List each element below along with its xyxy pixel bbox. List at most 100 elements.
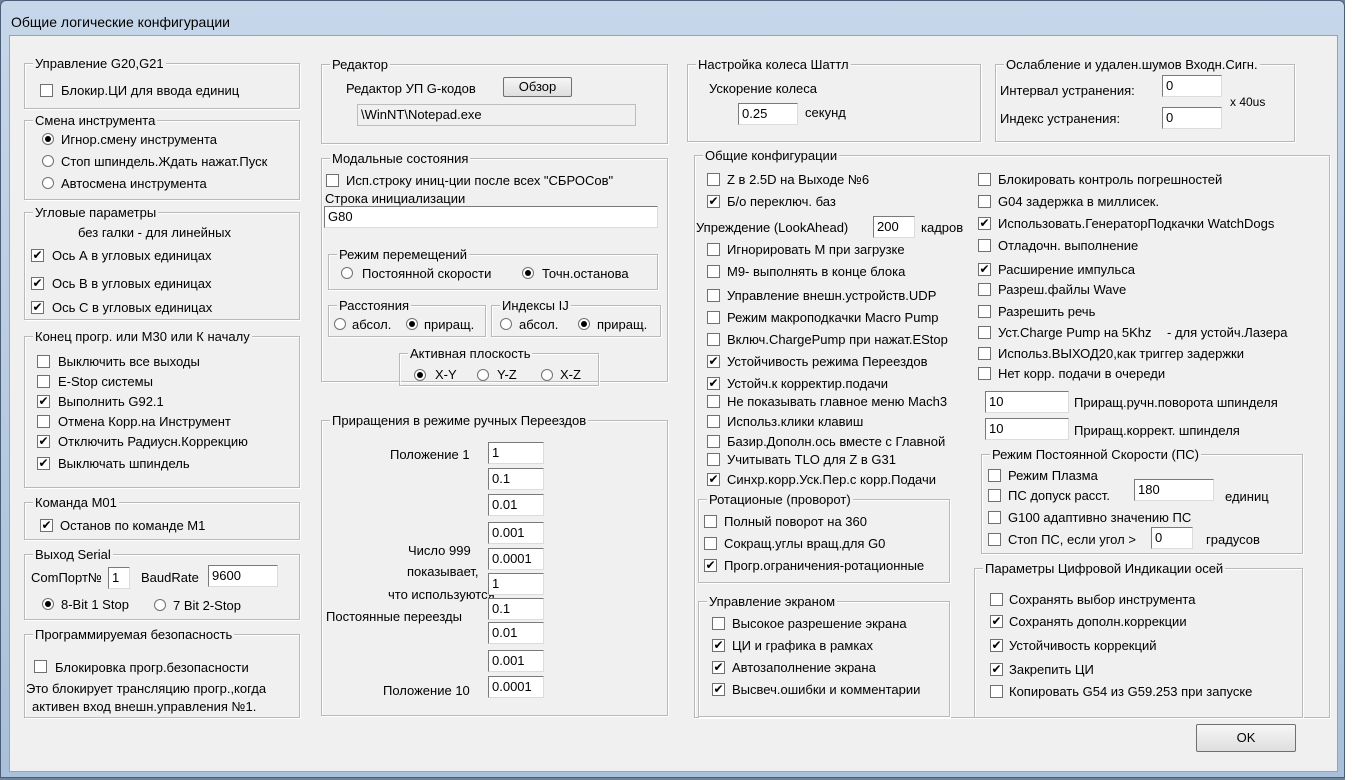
css-tolerance-checkbox[interactable] [988,489,1001,502]
jog-increment-4-input[interactable]: 0.001 [488,522,544,544]
css-stop-angle-input[interactable]: 0 [1151,527,1193,549]
cancel-tool-offset-checkbox[interactable] [37,415,50,428]
browse-button[interactable]: Обзор [503,77,572,97]
autofill-screen-checkbox[interactable]: ✔ [712,661,725,674]
debounce-interval-input[interactable]: 0 [1162,75,1222,97]
css-stop-angle-checkbox[interactable] [988,533,1001,546]
editor-path-field[interactable]: \WinNT\Notepad.exe [357,104,636,126]
jog-increment-5-input[interactable]: 0.0001 [488,548,544,570]
jog-increment-1-input[interactable]: 1 [488,442,544,464]
plane-xy-radio[interactable] [414,369,426,381]
safety-lock-checkbox[interactable] [34,660,47,673]
m01-legend: Команда М01 [33,495,119,510]
persist-offsets-checkbox[interactable]: ✔ [990,639,1003,652]
debug-run-checkbox[interactable] [978,239,991,252]
rotary-softlimits-label: Прогр.ограничения-ротационные [724,558,925,573]
motion-exact-radio[interactable] [522,267,534,279]
editor-legend: Редактор [330,57,390,72]
no-fro-queue-checkbox[interactable] [978,367,991,380]
hires-screen-checkbox[interactable] [712,617,725,630]
lock-dro-checkbox[interactable]: ✔ [990,663,1003,676]
serial-7bit-radio[interactable] [154,599,166,611]
sync-feed-override-checkbox[interactable]: ✔ [707,473,720,486]
serial-8bit-radio[interactable] [42,598,54,610]
init-string-input[interactable]: G80 [324,206,658,228]
home-slave-checkbox[interactable] [707,435,720,448]
z-25d-checkbox[interactable] [707,173,720,186]
all-outputs-off-checkbox[interactable] [37,355,50,368]
distance-abs-radio[interactable] [334,318,346,330]
plane-yz-radio[interactable] [477,369,489,381]
jog-increment-6-input[interactable]: 1 [488,573,544,595]
jog-increment-9-input[interactable]: 0.001 [488,650,544,672]
ij-inc-radio[interactable] [578,318,590,330]
rotary-360-checkbox[interactable] [704,515,717,528]
watchdogs-checkbox[interactable]: ✔ [978,217,991,230]
chargepump-5khz-checkbox[interactable] [978,326,991,339]
persistent-jog-checkbox[interactable]: ✔ [707,355,720,368]
macro-pump-checkbox[interactable] [707,311,720,324]
tlo-g31-checkbox[interactable] [707,453,720,466]
ij-abs-radio[interactable] [500,318,512,330]
persistent-feedrate-checkbox[interactable]: ✔ [707,377,720,390]
estop-checkbox[interactable] [37,375,50,388]
hide-main-menu-checkbox[interactable] [707,395,720,408]
tool-change-legend: Смена инструмента [33,113,158,128]
distance-inc-radio[interactable] [406,318,418,330]
jog-increment-10-input[interactable]: 0.0001 [488,676,544,698]
jog-increment-7-input[interactable]: 0.1 [488,598,544,620]
m1-stop-label: Останов по команде М1 [60,518,206,533]
css-tolerance-input[interactable]: 180 [1134,479,1214,501]
rotary-shortest-checkbox[interactable] [704,537,717,550]
plasma-mode-checkbox[interactable] [988,469,1001,482]
show-errors-checkbox[interactable]: ✔ [712,683,725,696]
copy-g54-checkbox[interactable] [990,685,1003,698]
spindle-rotation-increment-input[interactable]: 10 [985,391,1069,413]
comport-input[interactable]: 1 [108,567,130,589]
chargepump-estop-checkbox[interactable] [707,333,720,346]
speech-checkbox[interactable] [978,305,991,318]
shuttle-accel-input[interactable]: 0.25 [738,103,798,125]
persist-fixtures-checkbox[interactable]: ✔ [990,615,1003,628]
axis-b-checkbox[interactable]: ✔ [31,277,44,290]
baudrate-input[interactable]: 9600 [208,565,278,587]
persist-tool-checkbox[interactable] [990,593,1003,606]
g100-adaptive-checkbox[interactable] [988,511,1001,524]
lookahead-input[interactable]: 200 [873,216,915,238]
rotary-softlimits-checkbox[interactable]: ✔ [704,559,717,572]
block-units-checkbox[interactable] [40,84,53,97]
jog-increment-8-input[interactable]: 0.01 [488,622,544,644]
ignore-m-on-load-checkbox[interactable] [707,243,720,256]
m1-stop-checkbox[interactable]: ✔ [40,519,53,532]
tool-change-auto-radio[interactable] [42,177,54,189]
disable-radius-comp-checkbox[interactable]: ✔ [37,435,50,448]
dro-frames-checkbox[interactable]: ✔ [712,639,725,652]
debounce-index-input[interactable]: 0 [1162,107,1222,129]
tool-change-stop-radio[interactable] [42,155,54,167]
shuttle-accel-label: Ускорение колеса [709,81,818,96]
motion-constant-radio[interactable] [341,267,353,279]
plane-xz-radio[interactable] [541,369,553,381]
jog-increment-2-input[interactable]: 0.1 [488,468,544,490]
use-init-checkbox[interactable] [326,174,339,187]
spindle-correction-increment-input[interactable]: 10 [985,418,1069,440]
debug-run-label: Отладочн. выполнение [998,238,1139,253]
no-switch-bases-checkbox[interactable]: ✔ [707,195,720,208]
axis-c-checkbox[interactable]: ✔ [31,301,44,314]
g92-checkbox[interactable]: ✔ [37,395,50,408]
ok-button[interactable]: OK [1196,724,1296,752]
title-bar[interactable]: Общие логические конфигурации [1,1,1344,35]
g04-ms-checkbox[interactable] [978,195,991,208]
disable-error-check-checkbox[interactable] [978,173,991,186]
spindle-off-checkbox[interactable]: ✔ [37,457,50,470]
m9-end-of-block-checkbox[interactable] [707,265,720,278]
key-clicks-checkbox[interactable] [707,415,720,428]
udp-control-checkbox[interactable] [707,289,720,302]
output20-trigger-checkbox[interactable] [978,347,991,360]
axis-a-checkbox[interactable]: ✔ [31,249,44,262]
pulse-stretch-checkbox[interactable]: ✔ [978,263,991,276]
wave-files-checkbox[interactable] [978,283,991,296]
tool-change-ignore-radio[interactable] [42,133,54,145]
jog-increment-3-input[interactable]: 0.01 [488,494,544,516]
safety-note-2: активен вход внешн.управления №1. [32,699,257,714]
